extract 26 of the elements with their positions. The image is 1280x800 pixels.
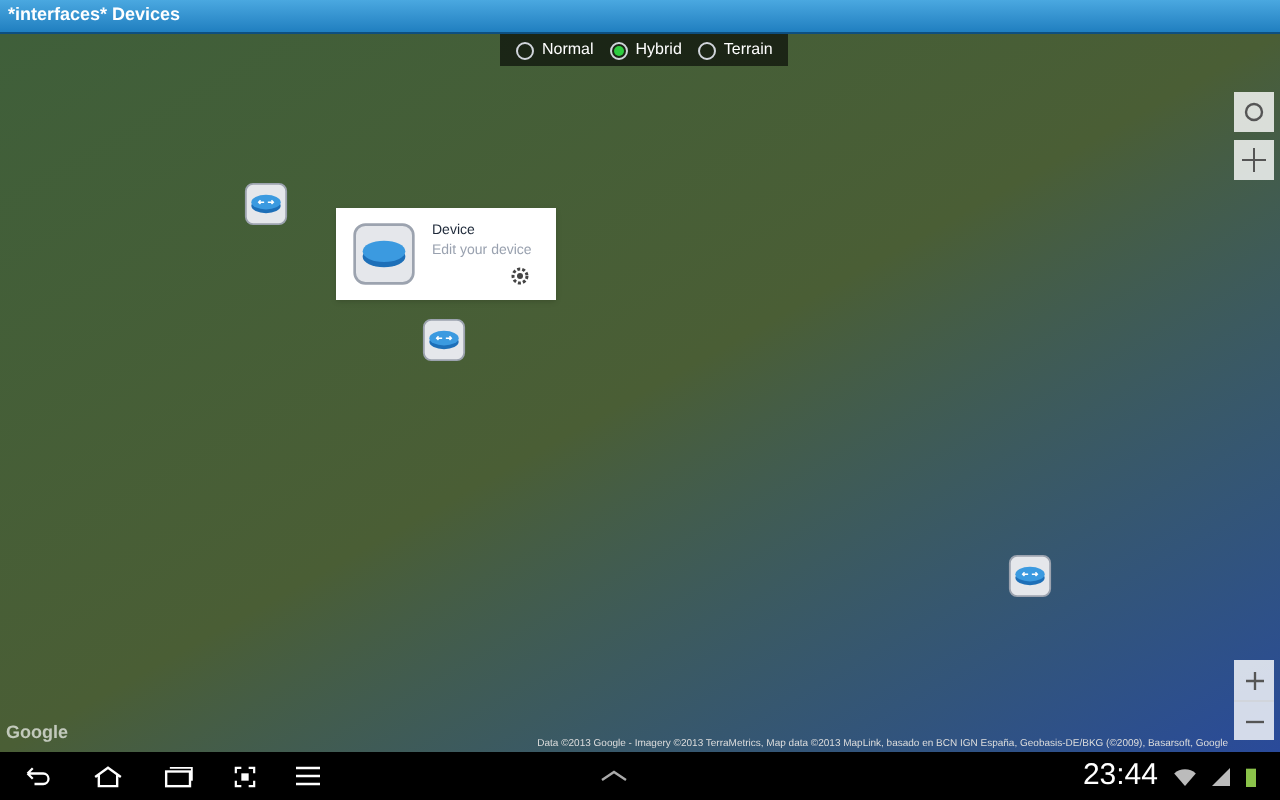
menu-icon[interactable] [296, 766, 320, 786]
map-type-radio[interactable]: Normal [516, 38, 594, 62]
router-icon[interactable] [1008, 554, 1052, 598]
crosshair-icon [1242, 148, 1266, 172]
back-icon[interactable] [24, 765, 52, 787]
router-icon[interactable] [422, 318, 466, 362]
map-type-radio[interactable]: Terrain [697, 38, 773, 62]
clock: 23:44 [1082, 755, 1158, 796]
compass-button[interactable] [1234, 140, 1274, 180]
signal-icon [1212, 767, 1230, 785]
router-icon[interactable] [244, 182, 288, 226]
battery-icon [1246, 765, 1256, 787]
window-title: *interfaces* Devices [8, 2, 181, 29]
plus-icon [1245, 671, 1263, 689]
my-location-button[interactable] [1234, 92, 1274, 132]
recent-apps-icon[interactable] [164, 765, 194, 787]
map-type-radio[interactable]: Hybrid [609, 38, 682, 62]
home-icon[interactable] [92, 765, 124, 787]
target-icon [1242, 100, 1266, 124]
settings-icon[interactable] [507, 263, 532, 287]
minus-icon [1245, 719, 1263, 723]
map-logo: Google [6, 719, 68, 746]
chevron-up-icon[interactable] [600, 770, 628, 782]
router-icon [352, 222, 416, 286]
screenshot-icon[interactable] [234, 765, 256, 787]
wifi-icon [1174, 767, 1196, 785]
